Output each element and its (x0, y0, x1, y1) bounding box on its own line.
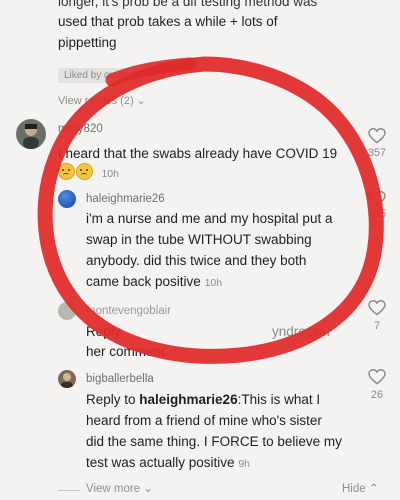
liked-by-creator-badge: Liked by creator (58, 65, 142, 83)
comment-text-last: test was actually positive 9h (86, 455, 251, 470)
comment-username[interactable]: m4ry820 (58, 123, 103, 135)
sad-face-emoji-icon (76, 163, 93, 180)
avatar[interactable] (58, 190, 76, 208)
heart-icon (368, 128, 386, 144)
reply-first-line: Reply to haleighmarie26:This is what I (86, 392, 321, 407)
heart-icon (368, 191, 386, 207)
top-comment-line3: pippetting (58, 35, 117, 50)
view-more-link[interactable]: View more ⌄ (86, 481, 153, 495)
like-button[interactable]: 357 (363, 128, 391, 159)
avatar[interactable] (58, 302, 76, 320)
comment-username[interactable]: montevengoblair (86, 305, 171, 317)
comment-text-line: anybody. did this twice and they both (86, 253, 307, 268)
comment-text-hidden-tail: yndresser (272, 324, 332, 339)
comment-text-line: i'm a nurse and me and my hospital put a (86, 211, 333, 226)
chevron-down-icon: ⌄ (143, 483, 153, 495)
chevron-up-icon: ⌃ (368, 483, 379, 495)
top-comment-line2: used that prob takes a while + lots of (58, 14, 278, 29)
comment-text-last: her comment 10h (86, 344, 187, 359)
comment-text: I heard that the swabs already have COVI… (58, 146, 338, 161)
heart-icon (368, 300, 386, 316)
like-button[interactable]: 26 (363, 369, 391, 401)
avatar[interactable] (16, 119, 46, 149)
avatar[interactable] (58, 370, 76, 388)
comment-username[interactable]: bigballerbella (86, 373, 154, 385)
like-button[interactable]: 7 (363, 300, 391, 332)
comment-text-line: swap in the tube WITHOUT swabbing (86, 232, 312, 247)
comment-meta: 10h (58, 163, 119, 182)
reply-target-mention[interactable]: haleighmarie26 (139, 392, 237, 407)
hide-link[interactable]: Hide ⌃ (342, 481, 379, 495)
chevron-down-icon: ⌄ (136, 95, 146, 107)
view-replies-link[interactable]: View replies (2) ⌄ (58, 94, 146, 107)
comment-text-prefix: Reply (86, 324, 121, 339)
comment-username[interactable]: haleighmarie26 (86, 193, 165, 205)
sad-face-emoji-icon (58, 163, 75, 180)
comment-text-last: came back positive 10h (86, 274, 223, 289)
comment-text-line: did the same thing. I FORCE to believe m… (86, 434, 342, 449)
footer-divider (58, 490, 80, 491)
heart-icon (368, 369, 386, 385)
comment-text-line: heard from a friend of mine who's sister (86, 413, 322, 428)
like-button[interactable]: 455 (363, 191, 391, 220)
